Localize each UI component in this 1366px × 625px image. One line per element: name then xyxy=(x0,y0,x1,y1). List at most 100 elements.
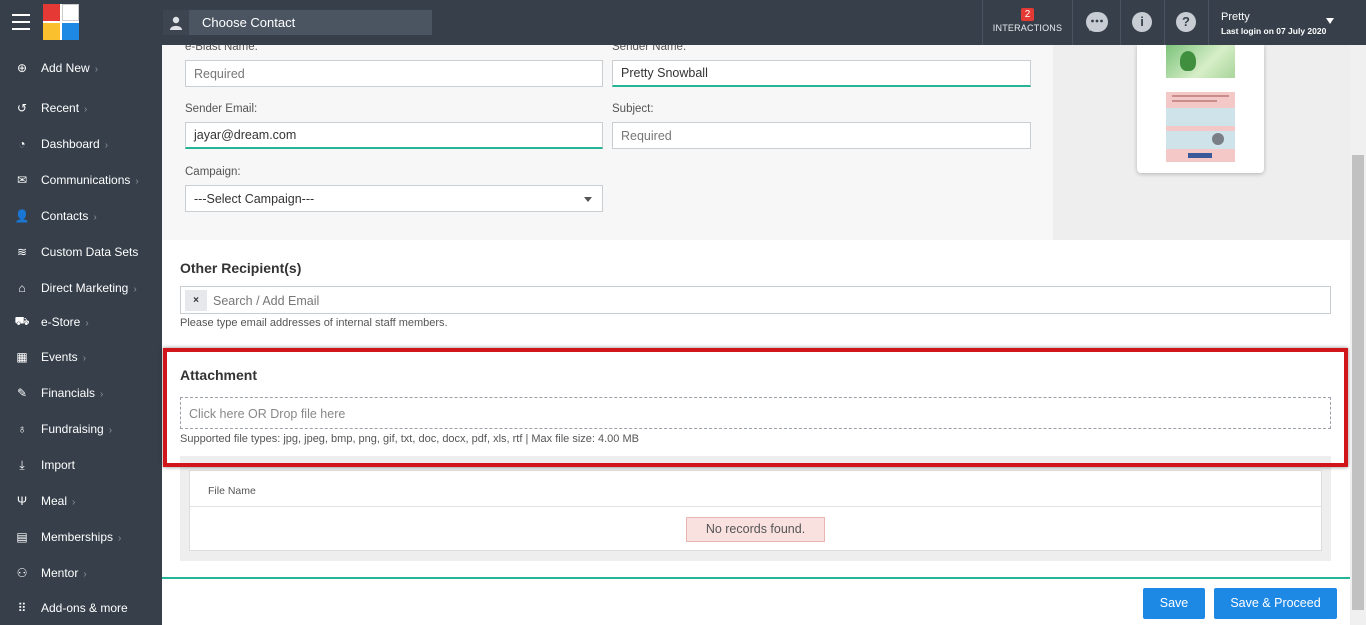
attachment-grid-container: File Name No records found. xyxy=(180,456,1331,561)
sidebar-item-label: Meal › xyxy=(41,494,75,508)
dashboard-icon: ◔ xyxy=(18,137,26,151)
user-menu[interactable]: Pretty Last login on 07 July 2020 xyxy=(1221,11,1326,36)
sidebar-item-recent[interactable]: ↺ Recent › xyxy=(0,93,162,123)
eblast-name-label: e-Blast Name: xyxy=(185,45,258,53)
sidebar-item-text: Add New xyxy=(41,61,90,75)
sidebar-item-label: Recent › xyxy=(41,101,87,115)
user-icon: 👤 xyxy=(14,209,30,223)
interactions-label: INTERACTIONS xyxy=(992,23,1063,33)
sidebar-item-memberships[interactable]: ▤ Memberships › xyxy=(0,522,162,552)
app-logo[interactable] xyxy=(43,4,79,40)
chat-icon[interactable] xyxy=(1086,12,1108,32)
history-icon: ↺ xyxy=(16,101,28,115)
sidebar-item-add-ons-more[interactable]: ⠿ Add-ons & more xyxy=(0,593,162,623)
user-name: Pretty xyxy=(1221,11,1250,23)
sender-name-label: Sender Name: xyxy=(612,45,687,53)
recipients-helper-text: Please type email addresses of internal … xyxy=(180,317,448,329)
sidebar-item-label: Memberships › xyxy=(41,530,121,544)
divider xyxy=(1208,0,1209,45)
sidebar-item-dashboard[interactable]: ◔ Dashboard › xyxy=(0,129,162,159)
chevron-right-icon: › xyxy=(135,176,139,187)
sidebar-item-label: Contacts › xyxy=(41,209,97,223)
sender-name-input[interactable]: Pretty Snowball xyxy=(612,60,1031,87)
scrollbar-thumb[interactable] xyxy=(1352,155,1364,610)
sidebar-item-add-new[interactable]: ⊕ Add New › xyxy=(0,53,162,83)
sidebar-item-label: Events › xyxy=(41,350,86,364)
sidebar-item-text: Financials xyxy=(41,386,96,400)
subject-label: Subject: xyxy=(612,103,654,115)
divider xyxy=(1120,0,1121,45)
sidebar-item-label: Add-ons & more xyxy=(41,601,128,615)
choose-contact-box[interactable]: Choose Contact xyxy=(163,10,432,35)
sidebar-item-custom-data-sets[interactable]: ≋ Custom Data Sets xyxy=(0,237,162,267)
sidebar-item-meal[interactable]: Ψ Meal › xyxy=(0,486,162,516)
eblast-name-input[interactable]: Required xyxy=(185,60,603,87)
save-button[interactable]: Save xyxy=(1143,588,1205,619)
table-header: File Name xyxy=(190,471,1321,507)
bank-icon: ⌂ xyxy=(18,281,26,295)
import-icon: ⤓ xyxy=(19,457,25,472)
chevron-right-icon: › xyxy=(133,284,137,295)
eblast-details-section: e-Blast Name: Required Sender Name: Pret… xyxy=(162,45,1053,240)
sidebar: ⊕ Add New › ↺ Recent › ◔ Dashboard › ✉ Communicati… xyxy=(0,45,162,625)
user-icon xyxy=(163,10,189,35)
sidebar-item-mentor[interactable]: ⚇ Mentor › xyxy=(0,558,162,588)
chevron-right-icon: › xyxy=(93,212,97,223)
file-name-column-header[interactable]: File Name xyxy=(208,485,256,497)
sidebar-item-direct-marketing[interactable]: ⌂ Direct Marketing › xyxy=(0,273,162,303)
cutlery-icon: Ψ xyxy=(16,494,28,508)
chevron-right-icon: › xyxy=(100,389,104,400)
chevron-right-icon: › xyxy=(108,425,113,436)
sidebar-item-label: e-Store › xyxy=(41,315,89,329)
campaign-select[interactable]: ---Select Campaign--- xyxy=(185,185,603,212)
sender-email-input[interactable]: jayar@dream.com xyxy=(185,122,603,149)
close-icon[interactable]: × xyxy=(185,290,207,311)
chevron-down-icon[interactable] xyxy=(1326,18,1334,24)
sidebar-item-label: Custom Data Sets xyxy=(41,245,138,259)
sidebar-item-label: Dashboard › xyxy=(41,137,108,151)
sidebar-item-financials[interactable]: ✎ Financials › xyxy=(0,378,162,408)
other-recipients-title: Other Recipient(s) xyxy=(180,260,302,276)
chevron-right-icon: › xyxy=(72,497,76,508)
sidebar-item-events[interactable]: ▦ Events › xyxy=(0,342,162,372)
template-thumbnail xyxy=(1166,45,1235,162)
sidebar-item-text: Import xyxy=(41,458,76,472)
top-bar: Choose Contact 2 INTERACTIONS i ? Pretty… xyxy=(0,0,1366,45)
template-preview-card[interactable] xyxy=(1137,45,1264,173)
attachment-table: File Name No records found. xyxy=(189,470,1322,551)
campaign-label: Campaign: xyxy=(185,166,241,178)
plus-circle-icon: ⊕ xyxy=(16,61,28,75)
recipient-search-placeholder: Search / Add Email xyxy=(213,294,320,308)
recipient-search-box[interactable]: × Search / Add Email xyxy=(180,286,1331,314)
layers-icon: ≋ xyxy=(16,245,28,259)
subject-input[interactable]: Required xyxy=(612,122,1031,149)
save-and-proceed-button[interactable]: Save & Proceed xyxy=(1214,588,1337,619)
sidebar-item-text: Memberships xyxy=(41,530,114,544)
help-icon[interactable]: ? xyxy=(1176,12,1196,32)
sidebar-item-e-store[interactable]: ⛟ e-Store › xyxy=(0,307,162,337)
grid-icon: ⠿ xyxy=(17,601,27,615)
divider xyxy=(1164,0,1165,45)
divider xyxy=(162,577,1350,579)
sidebar-item-communications[interactable]: ✉ Communications › xyxy=(0,165,162,195)
mentor-icon: ⚇ xyxy=(16,566,28,580)
sidebar-item-text: Recent xyxy=(41,101,80,115)
sidebar-item-label: Financials › xyxy=(41,386,103,400)
envelope-icon: ✉ xyxy=(16,173,28,187)
sidebar-item-text: Add-ons & more xyxy=(41,601,128,615)
chevron-right-icon: › xyxy=(82,353,87,364)
scrollbar[interactable] xyxy=(1350,45,1366,625)
sidebar-item-import[interactable]: ⤓ Import xyxy=(0,450,162,480)
info-icon[interactable]: i xyxy=(1132,12,1152,32)
chevron-right-icon: › xyxy=(118,533,122,544)
calendar-icon: ▦ xyxy=(16,350,28,364)
sidebar-item-fundraising[interactable]: ♁ Fundraising › xyxy=(0,414,162,444)
chevron-right-icon: › xyxy=(94,64,99,75)
sidebar-item-text: Communications xyxy=(41,173,131,187)
hamburger-menu-icon[interactable] xyxy=(12,14,30,30)
sidebar-item-text: Dashboard xyxy=(41,137,100,151)
interactions-button[interactable]: 2 INTERACTIONS xyxy=(983,0,1072,45)
money-icon: ✎ xyxy=(16,386,28,400)
sidebar-item-label: Import xyxy=(41,458,75,472)
sidebar-item-contacts[interactable]: 👤 Contacts › xyxy=(0,201,162,231)
